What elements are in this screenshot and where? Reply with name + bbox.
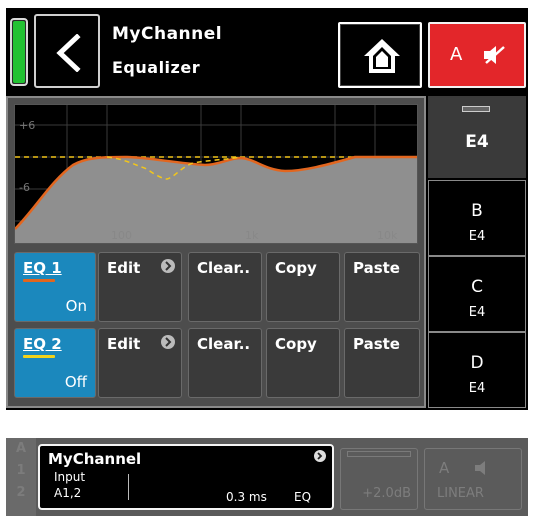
status-led [10, 18, 28, 86]
tab-b[interactable]: B E4 [428, 180, 526, 256]
mode-label: LINEAR [437, 486, 484, 501]
tab-d-sub: E4 [468, 381, 486, 396]
tab-b-sub: E4 [468, 229, 486, 244]
eq1-row: EQ 1 On Edit Clear.. Copy Paste [14, 252, 420, 322]
eq1-toggle-button[interactable]: EQ 1 On [14, 252, 96, 322]
eq2-toggle-button[interactable]: EQ 2 Off [14, 328, 96, 398]
channel-name: MyChannel [48, 450, 142, 468]
drag-handle-icon [462, 106, 490, 112]
header: MyChannel Equalizer A [6, 8, 528, 94]
eq1-paste-button[interactable]: Paste [344, 252, 420, 322]
speaker-muted-icon [484, 46, 505, 64]
freq-label-1k: 1k [245, 229, 259, 242]
home-icon [364, 39, 400, 73]
status-led-fill [13, 21, 25, 83]
gain-value: +2.0dB [362, 486, 411, 501]
graph-top-label: +6 [19, 119, 35, 132]
tab-e4[interactable]: E4 [428, 96, 526, 178]
graph-mid-label: -6 [19, 181, 30, 194]
tab-c-sub: E4 [468, 305, 486, 320]
chevron-right-icon [314, 450, 326, 462]
strip-mute-button[interactable]: A LINEAR [424, 448, 522, 510]
chevron-right-icon [161, 335, 175, 349]
freq-label-100: 100 [111, 229, 132, 242]
eq2-edit-button[interactable]: Edit [98, 328, 182, 398]
level-meter [347, 451, 411, 457]
channel-card[interactable]: MyChannel Input A1,2 0.3 ms EQ [38, 444, 334, 510]
eq-panel: +6 -6 100 1k 10k EQ 1 On Edit Clear.. Co… [6, 96, 426, 408]
mute-button[interactable]: A [428, 22, 526, 88]
chevron-left-icon [56, 34, 81, 72]
eq2-paste-button[interactable]: Paste [344, 328, 420, 398]
strip-side-1: 1 [16, 463, 26, 478]
eq1-clear-label: Clear.. [197, 259, 251, 277]
tab-e4-label: E4 [465, 132, 489, 152]
channel-strip: A 1 2 MyChannel Input A1,2 0.3 ms EQ +2.… [6, 438, 528, 516]
eq2-indicator [23, 355, 55, 358]
input-label: Input [54, 470, 86, 484]
eq2-paste-label: Paste [353, 335, 400, 353]
eq-fill-area [15, 157, 417, 243]
eq1-name: EQ 1 [23, 259, 62, 277]
home-button[interactable] [338, 22, 422, 88]
eq2-edit-label: Edit [107, 335, 141, 353]
eq1-copy-label: Copy [275, 259, 317, 277]
eq1-clear-button[interactable]: Clear.. [188, 252, 262, 322]
home-button-face [340, 24, 420, 86]
strip-side-a: A [15, 441, 27, 456]
delay-value: 0.3 ms [226, 490, 267, 504]
eq-response-graph[interactable]: +6 -6 100 1k 10k [14, 104, 418, 244]
eq2-clear-button[interactable]: Clear.. [188, 328, 262, 398]
card-divider [128, 474, 129, 500]
device-tabs: E4 B E4 C E4 D E4 [426, 96, 528, 408]
tab-d-label: D [470, 353, 484, 373]
eq-tag: EQ [294, 490, 312, 504]
strip-mute-label: A [439, 459, 450, 477]
page-subtitle: Equalizer [112, 58, 201, 77]
back-button[interactable] [34, 14, 100, 88]
eq2-row: EQ 2 Off Edit Clear.. Copy Paste [14, 328, 420, 398]
tab-d[interactable]: D E4 [428, 332, 526, 408]
tab-c[interactable]: C E4 [428, 256, 526, 332]
eq1-paste-label: Paste [353, 259, 400, 277]
strip-side-2: 2 [16, 485, 26, 500]
eq1-edit-button[interactable]: Edit [98, 252, 182, 322]
eq1-indicator [23, 279, 55, 282]
eq1-copy-button[interactable]: Copy [266, 252, 340, 322]
device-screen: MyChannel Equalizer A +6 -6 100 1k 10k E… [6, 8, 528, 410]
eq2-copy-button[interactable]: Copy [266, 328, 340, 398]
chevron-right-icon [161, 259, 175, 273]
strip-side-label: A 1 2 [6, 438, 36, 516]
eq1-state: On [65, 297, 87, 315]
eq2-copy-label: Copy [275, 335, 317, 353]
eq2-name: EQ 2 [23, 335, 62, 353]
eq2-clear-label: Clear.. [197, 335, 251, 353]
input-source: A1,2 [54, 486, 82, 500]
tab-b-label: B [471, 201, 483, 221]
eq-graph-svg: +6 -6 100 1k 10k [15, 105, 417, 243]
freq-label-10k: 10k [377, 229, 398, 242]
mute-button-label: A [450, 44, 463, 65]
page-title: MyChannel [112, 24, 223, 44]
eq2-state: Off [64, 373, 87, 391]
gain-display[interactable]: +2.0dB [340, 448, 418, 510]
tab-c-label: C [471, 277, 483, 297]
speaker-icon [475, 461, 485, 475]
eq1-edit-label: Edit [107, 259, 141, 277]
